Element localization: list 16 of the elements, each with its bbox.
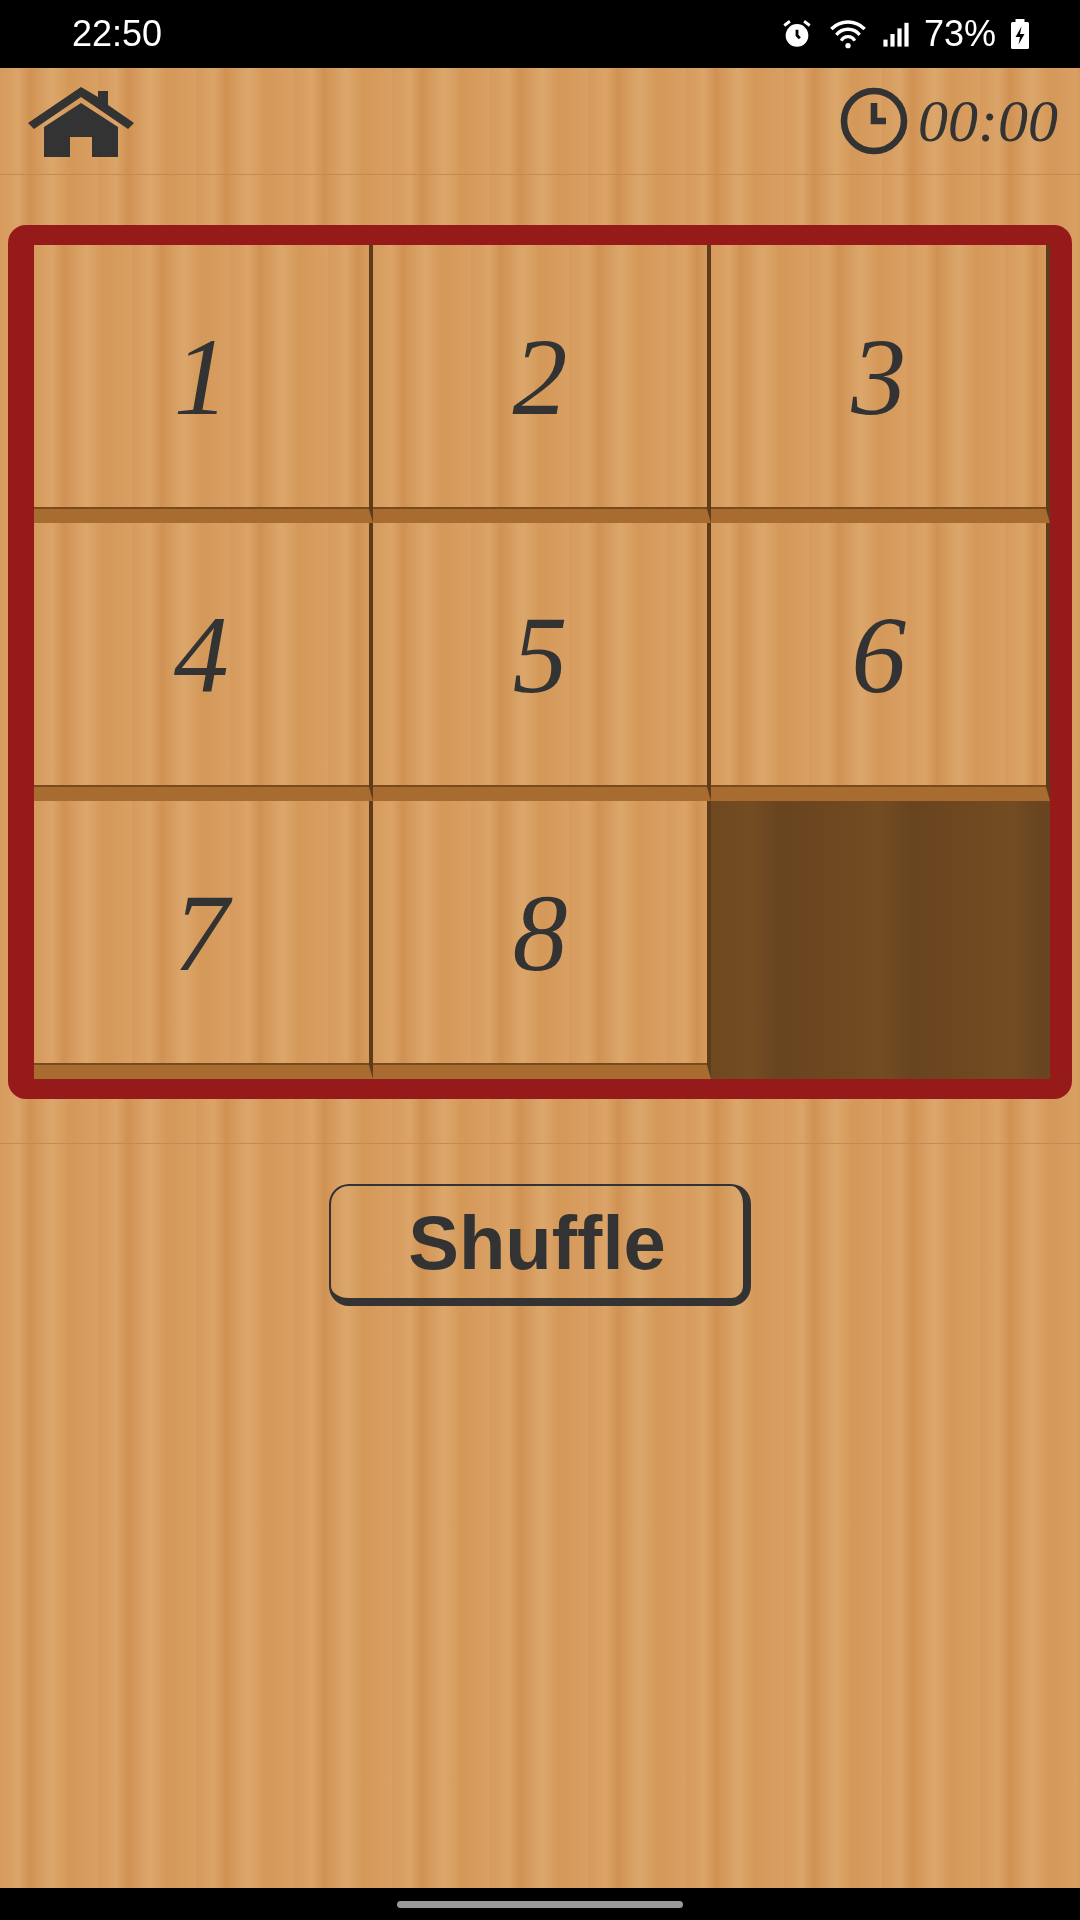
status-time: 22:50: [72, 13, 163, 55]
puzzle-tile[interactable]: 8: [372, 801, 712, 1079]
home-indicator[interactable]: [397, 1900, 683, 1908]
battery-charging-icon: [1010, 19, 1030, 49]
puzzle-tile[interactable]: 1: [34, 245, 373, 523]
puzzle-tile[interactable]: 5: [372, 523, 712, 801]
home-icon[interactable]: [26, 85, 136, 157]
shuffle-button[interactable]: Shuffle: [329, 1184, 751, 1306]
puzzle-tile[interactable]: 6: [711, 523, 1050, 801]
puzzle-tile[interactable]: 7: [34, 801, 373, 1079]
elapsed-timer: 00:00: [918, 86, 1058, 156]
battery-percent: 73%: [923, 13, 996, 55]
puzzle-tile[interactable]: 3: [711, 245, 1050, 523]
puzzle-tile[interactable]: 2: [372, 245, 712, 523]
clock-icon: [838, 85, 910, 157]
puzzle-tile[interactable]: 4: [34, 523, 373, 801]
